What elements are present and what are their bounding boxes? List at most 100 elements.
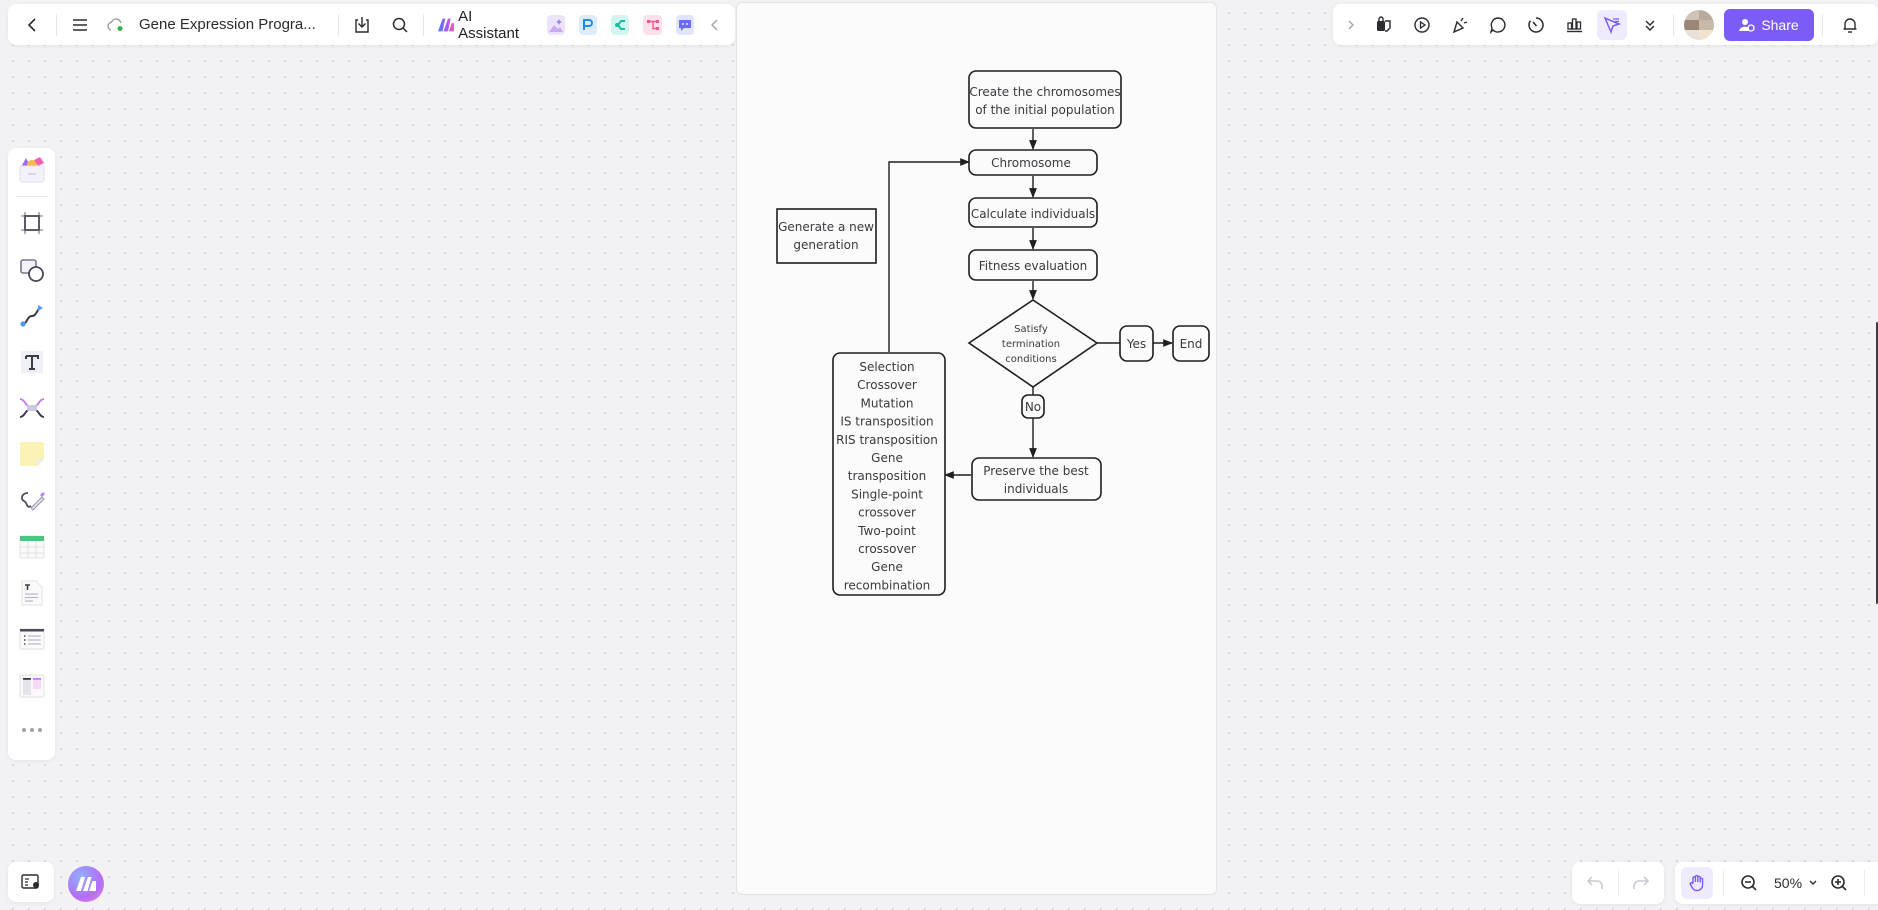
canvas-page[interactable]: Create the chromosomes of the initial pop… <box>736 2 1217 895</box>
undo-button[interactable] <box>1572 862 1618 904</box>
download-button[interactable] <box>347 10 377 40</box>
celebrate-button[interactable] <box>1445 10 1475 40</box>
node-label-fitness: Fitness evaluation <box>979 259 1088 273</box>
hamburger-icon <box>73 18 87 31</box>
ai-mindmap-icon <box>615 19 626 30</box>
chevron-right-icon <box>1348 20 1354 29</box>
node-label-operators: Two-point <box>857 524 916 538</box>
text-tool[interactable] <box>15 346 49 378</box>
redo-icon <box>1633 876 1650 889</box>
share-button[interactable]: Share <box>1724 8 1814 41</box>
node-label-yes: Yes <box>1126 337 1146 351</box>
menu-button[interactable] <box>65 10 95 40</box>
ai-assistant-button[interactable]: AI Assistant <box>437 7 530 42</box>
zoom-in-button[interactable] <box>1824 868 1854 898</box>
node-label-calculate: Calculate individuals <box>971 207 1095 221</box>
ai-presentation-button[interactable] <box>578 14 598 35</box>
timer-button[interactable] <box>1521 10 1551 40</box>
node-label-generate: Generate a new <box>778 220 874 234</box>
node-label-create: of the initial population <box>975 103 1115 117</box>
redo-button[interactable] <box>1618 862 1664 904</box>
templates-tool[interactable] <box>15 154 49 186</box>
text-doc-tool[interactable] <box>15 577 49 609</box>
chevron-left-icon <box>27 17 36 32</box>
search-button[interactable] <box>385 10 415 40</box>
present-icon <box>1414 16 1430 33</box>
ai-logo-icon <box>437 18 455 31</box>
sticky-note-tool[interactable] <box>15 438 49 470</box>
more-tools-button[interactable] <box>1635 10 1665 40</box>
hand-icon <box>1689 874 1704 892</box>
laser-pointer-button[interactable] <box>1597 9 1627 40</box>
ai-chat-button[interactable] <box>675 14 695 35</box>
present-button[interactable] <box>1407 10 1437 40</box>
ai-image-button[interactable] <box>546 14 565 35</box>
expand-toolbar-button[interactable] <box>1343 10 1359 40</box>
divider <box>1822 13 1823 36</box>
more-tools[interactable] <box>15 714 49 746</box>
node-label-generate: generation <box>793 238 858 252</box>
list-icon <box>19 628 44 650</box>
node-label-operators: RIS transposition <box>836 433 938 447</box>
chevron-left-icon <box>711 19 718 30</box>
zoom-controls: 50% <box>1675 862 1878 904</box>
node-label-preserve: Preserve the best <box>983 464 1089 478</box>
ai-flowchart-button[interactable] <box>643 14 662 35</box>
back-button[interactable] <box>18 10 48 40</box>
ai-orb-button[interactable] <box>68 866 104 902</box>
zoom-in-icon <box>1831 875 1847 891</box>
vote-button[interactable] <box>1559 10 1589 40</box>
kanban-tool[interactable] <box>15 670 49 702</box>
zoom-dropdown[interactable] <box>1808 879 1818 887</box>
flowchart: Create the chromosomes of the initial pop… <box>776 70 1210 596</box>
document-title[interactable]: Gene Expression Progra... <box>139 16 316 33</box>
ai-assistant-label: AI Assistant <box>458 7 520 42</box>
mindmap-icon <box>19 398 44 419</box>
comment-icon <box>1489 16 1506 34</box>
hand-tool-button[interactable] <box>1681 867 1713 899</box>
node-label-operators: transposition <box>848 469 926 483</box>
pen-tool[interactable] <box>15 485 49 517</box>
node-label-chromosome: Chromosome <box>991 156 1071 170</box>
zoom-out-button[interactable] <box>1734 868 1764 898</box>
node-label-operators: crossover <box>858 542 916 556</box>
cloud-status[interactable] <box>101 10 131 40</box>
collapse-toolbar-button[interactable] <box>705 10 725 40</box>
mindmap-tool[interactable] <box>15 392 49 424</box>
ai-mindmap-button[interactable] <box>611 14 630 35</box>
timer-icon <box>1528 16 1544 33</box>
node-label-operators: IS transposition <box>840 415 933 429</box>
notifications-button[interactable] <box>1835 10 1865 40</box>
node-create-population <box>968 70 1122 129</box>
list-tool[interactable] <box>15 623 49 655</box>
minimap-button[interactable] <box>8 862 54 902</box>
node-label-operators: Mutation <box>860 396 913 410</box>
node-label-decision: termination <box>1002 339 1060 350</box>
zoom-level[interactable]: 50% <box>1774 875 1802 891</box>
sticker-icon <box>1377 15 1391 32</box>
ai-chat-icon <box>678 19 691 31</box>
node-label-decision: Satisfy <box>1014 324 1048 335</box>
shapes-tool[interactable] <box>15 253 49 285</box>
table-tool[interactable] <box>15 531 49 563</box>
node-label-operators: Gene <box>871 560 903 574</box>
share-label: Share <box>1761 16 1799 33</box>
shapes-icon <box>19 258 44 282</box>
comment-button[interactable] <box>1483 10 1513 40</box>
node-label-operators: crossover <box>858 506 916 520</box>
frame-tool[interactable] <box>15 207 49 239</box>
node-label-operators: Gene <box>871 451 903 465</box>
connector-tool[interactable] <box>15 300 49 332</box>
connector-icon <box>19 304 43 327</box>
ai-image-icon <box>548 18 563 32</box>
avatar[interactable] <box>1684 9 1714 40</box>
node-label-operators: recombination <box>844 578 931 592</box>
collab-toolbar: Share <box>1333 4 1878 45</box>
divider <box>422 13 424 36</box>
divider <box>15 196 48 198</box>
divider <box>1673 13 1674 36</box>
divider <box>56 13 57 36</box>
sticker-button[interactable] <box>1369 10 1399 40</box>
undo-icon <box>1586 876 1603 889</box>
node-label-preserve: individuals <box>1004 482 1069 496</box>
